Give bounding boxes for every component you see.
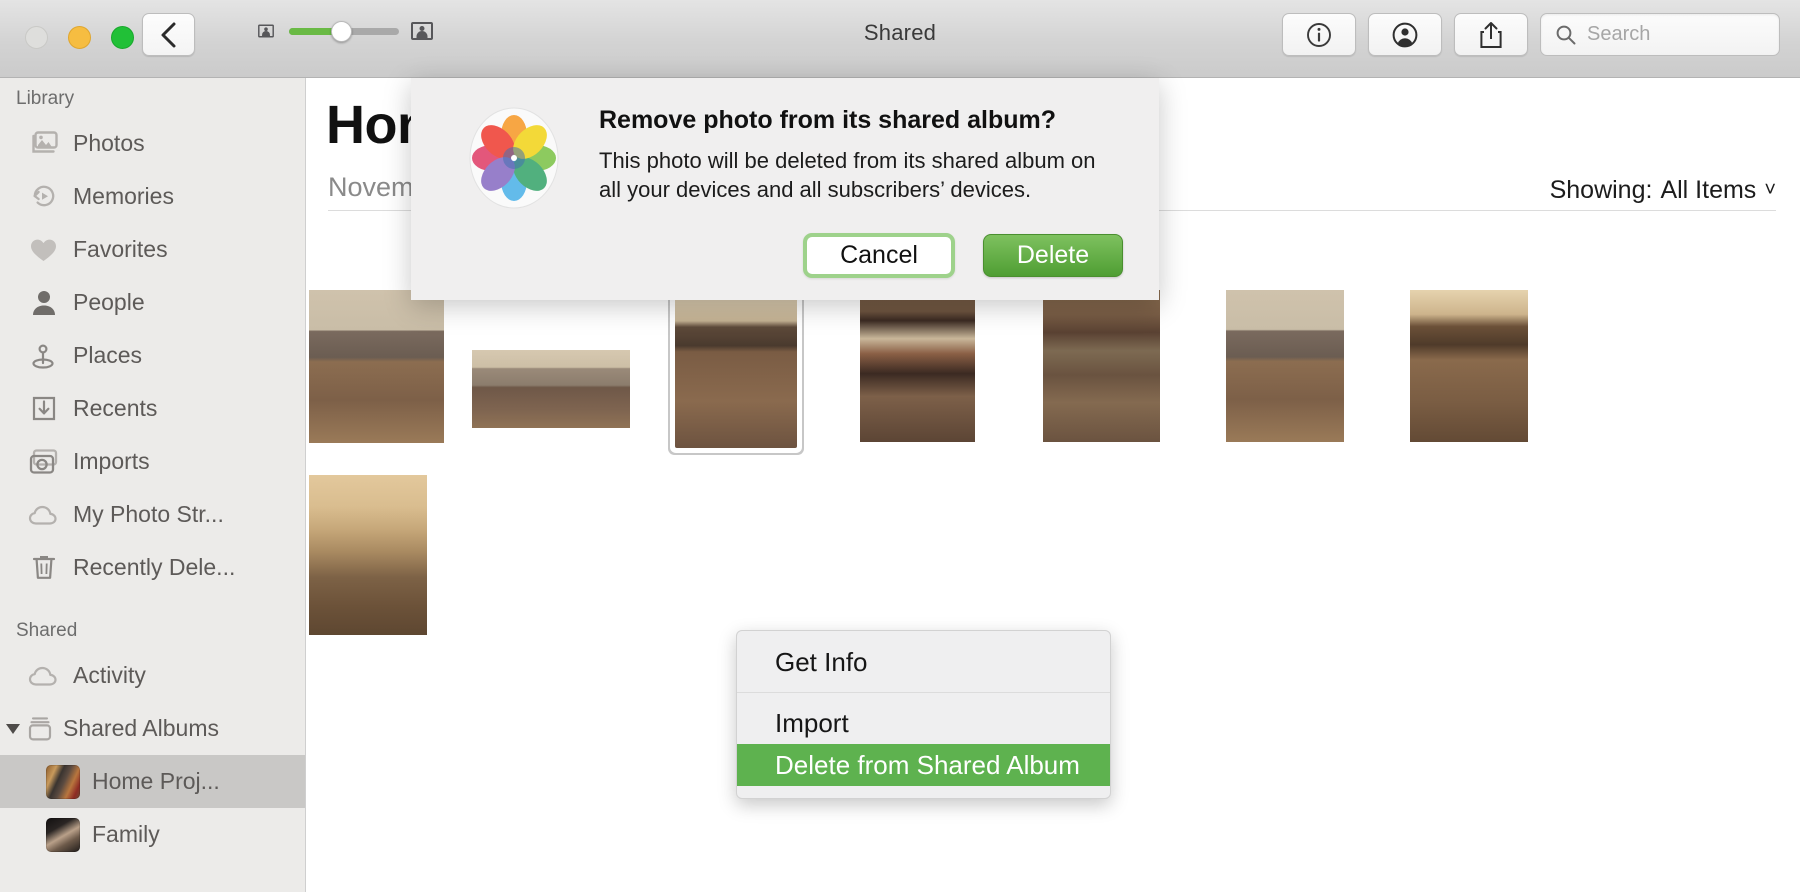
- photo-thumbnail[interactable]: [309, 475, 427, 635]
- context-menu-item-label: Import: [775, 707, 849, 738]
- map-pin-icon: [28, 340, 59, 371]
- photo-thumbnail[interactable]: [472, 350, 630, 428]
- sidebar-item-family[interactable]: Family: [0, 808, 305, 861]
- sidebar-item-home-project[interactable]: Home Proj...: [0, 755, 305, 808]
- cloud-icon: [28, 499, 59, 530]
- context-menu-item-get-info[interactable]: Get Info: [737, 641, 1110, 683]
- sidebar-item-label: People: [73, 289, 145, 315]
- share-icon: [1480, 21, 1502, 48]
- sidebar-item-label: Home Proj...: [92, 768, 220, 794]
- context-menu-item-label: Get Info: [775, 646, 868, 677]
- sidebar-item-favorites[interactable]: Favorites: [0, 223, 305, 276]
- search-icon: [1556, 25, 1576, 44]
- showing-filter[interactable]: Showing: All Items ˅: [1550, 176, 1776, 205]
- photo-thumbnail[interactable]: [675, 293, 797, 448]
- context-menu-item-import[interactable]: Import: [737, 702, 1110, 744]
- delete-button[interactable]: Delete: [983, 234, 1123, 277]
- album-thumbnail-icon: [46, 817, 80, 852]
- showing-value: All Items: [1660, 176, 1757, 204]
- sidebar-item-label: Activity: [73, 662, 146, 688]
- photos-app-icon: [464, 103, 564, 213]
- search-placeholder: Search: [1587, 23, 1651, 45]
- search-input[interactable]: Search: [1540, 13, 1780, 56]
- cloud-icon: [28, 660, 59, 691]
- sidebar-item-label: Family: [92, 821, 160, 847]
- chevron-down-icon: ˅: [1764, 179, 1776, 201]
- sidebar-item-label: My Photo Str...: [73, 501, 224, 527]
- sidebar-item-photos[interactable]: Photos: [0, 117, 305, 170]
- sidebar-item-activity[interactable]: Activity: [0, 649, 305, 702]
- sidebar-item-my-photo-stream[interactable]: My Photo Str...: [0, 488, 305, 541]
- context-menu-item-label: Delete from Shared Album: [775, 749, 1080, 780]
- photo-thumbnail[interactable]: [860, 290, 975, 442]
- context-menu: Get Info Import Delete from Shared Album: [736, 630, 1111, 799]
- info-icon: [1307, 22, 1331, 47]
- context-menu-item-delete-from-shared-album[interactable]: Delete from Shared Album: [737, 744, 1110, 786]
- person-circle-icon: [1392, 22, 1418, 47]
- album-thumbnail-icon: [46, 764, 80, 799]
- person-icon: [28, 287, 59, 318]
- memories-icon: [28, 181, 59, 212]
- sidebar-item-label: Photos: [73, 130, 145, 156]
- sidebar-item-people[interactable]: People: [0, 276, 305, 329]
- sidebar-item-label: Places: [73, 342, 143, 368]
- photo-thumbnail[interactable]: [1043, 290, 1160, 442]
- photos-app-window: Shared Search Library Photos Memories Fa…: [0, 0, 1800, 892]
- sidebar: Library Photos Memories Favorites People…: [0, 78, 306, 892]
- info-button[interactable]: [1282, 13, 1356, 56]
- sidebar-section-library-header: Library: [16, 88, 75, 109]
- cancel-button[interactable]: Cancel: [803, 233, 955, 278]
- sidebar-item-memories[interactable]: Memories: [0, 170, 305, 223]
- share-button[interactable]: [1454, 13, 1528, 56]
- people-button[interactable]: [1368, 13, 1442, 56]
- sidebar-item-recents[interactable]: Recents: [0, 382, 305, 435]
- photo-thumbnail[interactable]: [1410, 290, 1528, 442]
- dialog-message: This photo will be deleted from its shar…: [599, 148, 1096, 203]
- camera-icon: [28, 446, 59, 477]
- stack-icon: [24, 713, 55, 744]
- sidebar-item-label: Shared Albums: [63, 715, 219, 741]
- dialog-button-row: Cancel Delete: [803, 233, 1123, 278]
- download-tray-icon: [28, 393, 59, 424]
- dialog-title: Remove photo from its shared album?: [599, 106, 1057, 134]
- sidebar-item-label: Recents: [73, 395, 158, 421]
- sidebar-item-label: Recently Dele...: [73, 554, 236, 580]
- photo-thumbnail[interactable]: [309, 290, 444, 443]
- disclosure-triangle-icon[interactable]: [6, 723, 20, 734]
- sidebar-item-label: Favorites: [73, 236, 168, 262]
- confirm-delete-dialog: Remove photo from its shared album? This…: [411, 78, 1159, 300]
- sidebar-item-label: Memories: [73, 183, 174, 209]
- sidebar-item-places[interactable]: Places: [0, 329, 305, 382]
- sidebar-item-label: Imports: [73, 448, 150, 474]
- context-menu-separator: [737, 692, 1110, 693]
- sidebar-item-recently-deleted[interactable]: Recently Dele...: [0, 541, 305, 594]
- sidebar-item-imports[interactable]: Imports: [0, 435, 305, 488]
- photos-icon: [28, 128, 59, 159]
- sidebar-item-shared-albums[interactable]: Shared Albums: [0, 702, 305, 755]
- sidebar-section-shared-header: Shared: [16, 620, 78, 641]
- trash-icon: [28, 552, 59, 583]
- window-titlebar: Shared Search: [0, 0, 1800, 78]
- toolbar-right-group: Search: [1282, 13, 1780, 56]
- heart-icon: [28, 234, 59, 265]
- photo-thumbnail[interactable]: [1226, 290, 1344, 442]
- showing-label: Showing:: [1549, 176, 1653, 204]
